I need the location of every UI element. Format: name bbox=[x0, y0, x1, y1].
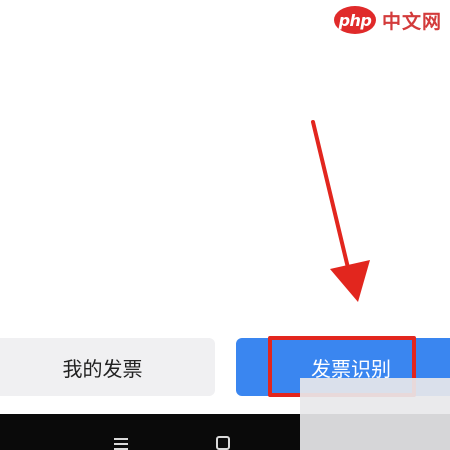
home-icon[interactable] bbox=[216, 436, 230, 450]
watermark-logo: php bbox=[333, 6, 376, 34]
menu-icon[interactable] bbox=[114, 438, 128, 450]
watermark-site-text: 中文网 bbox=[381, 10, 442, 33]
watermark: php 中文网 bbox=[333, 6, 442, 34]
blurred-region bbox=[300, 378, 450, 450]
my-invoices-button[interactable]: 我的发票 bbox=[0, 338, 215, 396]
